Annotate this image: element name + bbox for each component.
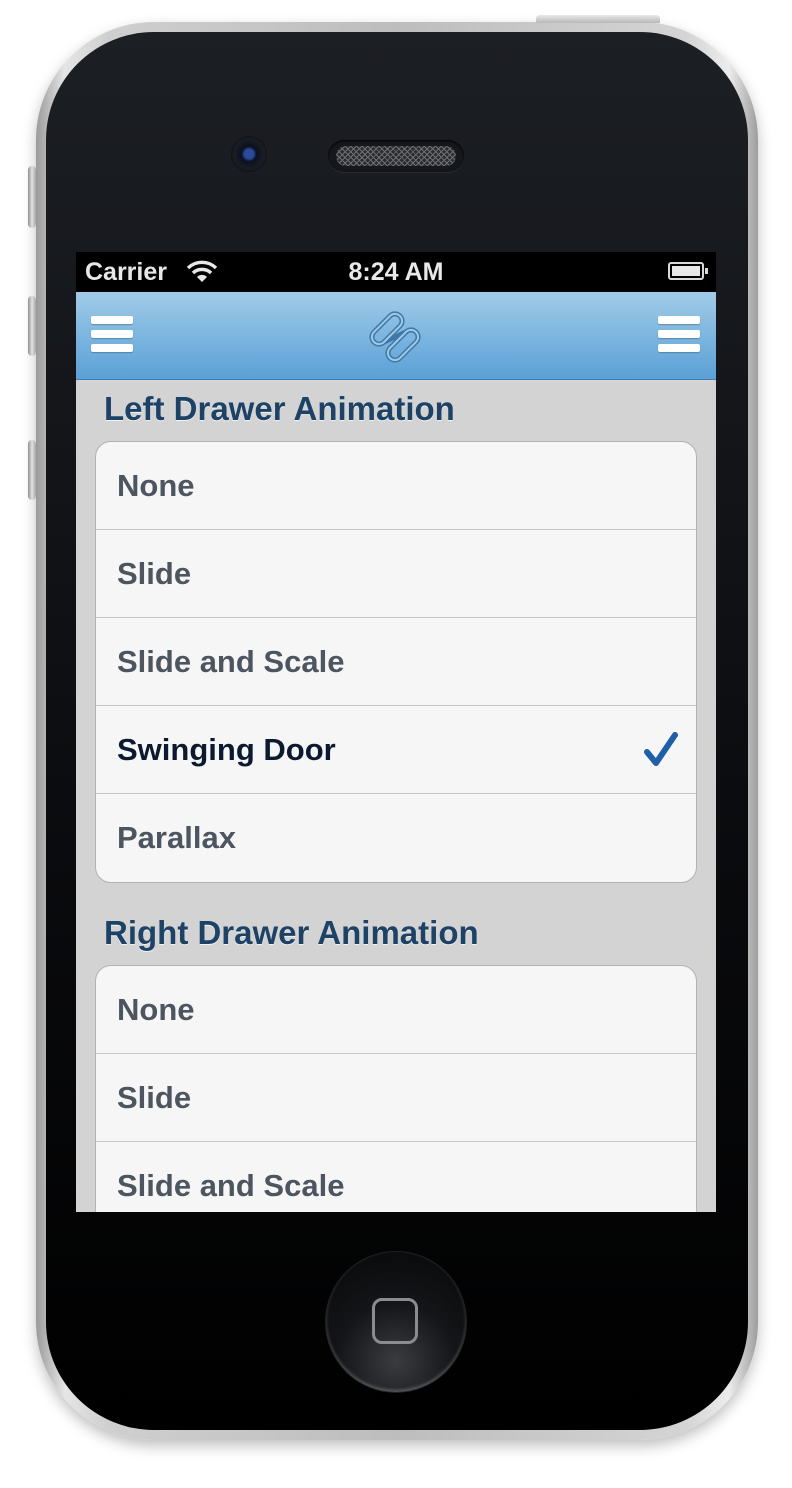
menu-icon-bar [91,344,133,352]
left-option-none[interactable]: None [96,442,696,530]
menu-icon-bar [658,316,700,324]
checkmark-icon [644,732,678,766]
option-label: Slide and Scale [117,644,345,679]
menu-icon-bar [658,344,700,352]
right-option-none[interactable]: None [96,966,696,1054]
earpiece-speaker [328,140,464,172]
status-bar: Carrier 8:24 AM [76,252,716,292]
right-option-slide[interactable]: Slide [96,1054,696,1142]
option-label: Parallax [117,820,236,855]
home-button[interactable] [326,1252,466,1392]
left-option-slide[interactable]: Slide [96,530,696,618]
option-label: Slide and Scale [117,1168,345,1203]
option-label: None [117,468,195,503]
app-logo-icon [369,311,421,363]
speaker-grille [336,146,456,166]
left-drawer-menu-button[interactable] [91,316,135,356]
left-drawer-options: None Slide Slide and Scale Swinging Door… [95,441,697,883]
volume-down-button [28,440,36,500]
option-label: Slide [117,1080,192,1115]
right-drawer-menu-button[interactable] [658,316,702,356]
left-option-parallax[interactable]: Parallax [96,794,696,882]
mute-switch [28,166,36,228]
section-header-right-drawer: Right Drawer Animation [104,914,479,951]
menu-icon-bar [91,330,133,338]
right-option-slide-and-scale[interactable]: Slide and Scale [96,1142,696,1212]
right-drawer-options: None Slide Slide and Scale [95,965,697,1212]
option-label: None [117,992,195,1027]
section-header-left-drawer: Left Drawer Animation [104,390,455,427]
option-label: Slide [117,556,192,591]
option-label: Swinging Door [117,732,336,767]
status-time: 8:24 AM [348,258,444,286]
screen: Carrier 8:24 AM Left Drawer Animation No… [76,252,716,1212]
battery-icon [668,262,708,280]
menu-icon-bar [91,316,133,324]
power-button [536,15,660,23]
navigation-bar [76,292,716,380]
menu-icon-bar [658,330,700,338]
left-option-swinging-door[interactable]: Swinging Door [96,706,696,794]
front-camera [231,136,267,172]
volume-up-button [28,296,36,356]
home-square-icon [372,1298,418,1344]
left-option-slide-and-scale[interactable]: Slide and Scale [96,618,696,706]
